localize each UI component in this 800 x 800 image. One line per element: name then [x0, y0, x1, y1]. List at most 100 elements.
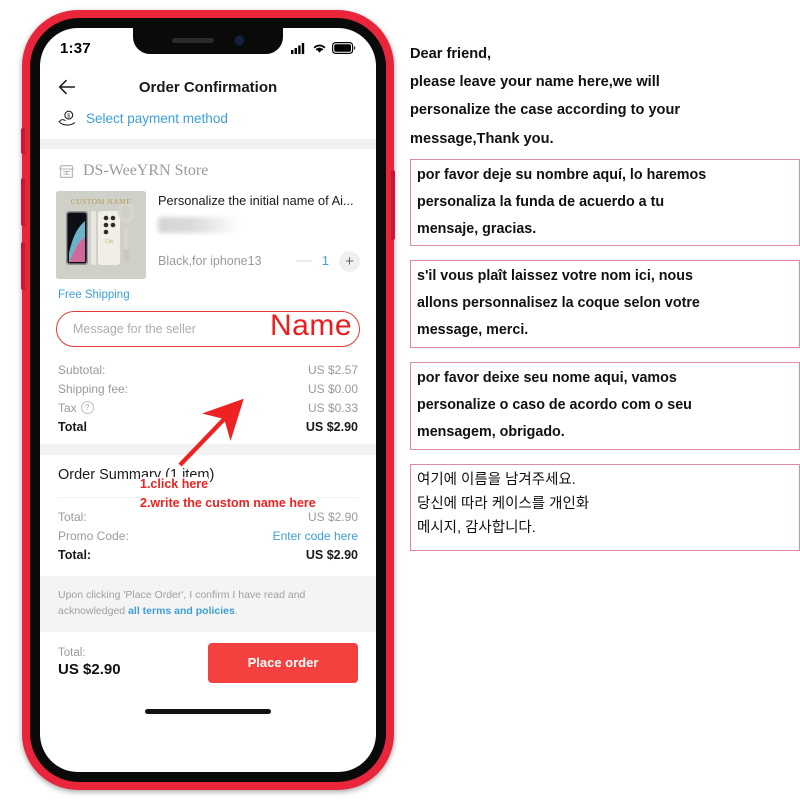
store-name: DS-WeeYRN Store — [83, 162, 209, 179]
terms-notice: Upon clicking 'Place Order', I confirm I… — [40, 576, 376, 632]
home-indicator — [145, 708, 271, 714]
instruction-line: s'il vous plaît laissez votre nom ici, n… — [417, 268, 693, 285]
product-variant-row: Black,for iphone13 — 1 + — [158, 250, 360, 272]
quantity-decrease-button[interactable]: — — [296, 253, 312, 269]
select-payment-method-row[interactable]: $ Select payment method — [40, 108, 376, 139]
back-arrow-icon[interactable] — [56, 76, 78, 98]
price-breakdown: Subtotal: US $2.57 Shipping fee: US $0.0… — [40, 347, 376, 436]
wifi-icon — [313, 44, 326, 53]
all-terms-and-policies-link[interactable]: all terms and policies — [128, 605, 235, 617]
instruction-line: please leave your name here,we will — [410, 74, 660, 91]
summary-label: Total: — [58, 547, 92, 562]
store-row[interactable]: DS-WeeYRN Store — [40, 149, 376, 189]
redacted-product-detail — [158, 216, 240, 233]
status-bar: 1:37 — [40, 28, 376, 64]
bottom-total-label: Total: — [58, 647, 86, 660]
message-input-wrap: Message for the seller Name — [40, 301, 376, 347]
section-divider — [40, 139, 376, 149]
instruction-line: por favor deixe seu nome aqui, vamos — [417, 370, 677, 387]
enter-promo-code-link[interactable]: Enter code here — [273, 529, 358, 543]
instruction-line: 여기에 이름을 남겨주세요. — [417, 471, 576, 488]
summary-value: US $2.90 — [305, 547, 358, 562]
svg-text:CM: CM — [105, 240, 113, 245]
free-shipping-label: Free Shipping — [58, 289, 130, 301]
price-row-shipping: Shipping fee: US $0.00 — [58, 379, 358, 398]
price-label: Subtotal: — [58, 362, 106, 377]
order-summary-section: Order Summary (1 item) Total: US $2.90 P… — [40, 455, 376, 576]
summary-label: Total: — [58, 509, 87, 524]
order-summary-title: Order Summary (1 item) — [58, 467, 215, 483]
price-label: Shipping fee: — [58, 381, 129, 396]
price-row-total: Total US $2.90 — [58, 417, 358, 436]
checkout-bottom-bar: Total: US $2.90 Place order — [40, 632, 376, 683]
price-value: US $0.33 — [307, 400, 358, 415]
summary-row-grand-total: Total: US $2.90 — [58, 545, 358, 564]
product-info: Personalize the initial name of Ai... Bl… — [158, 191, 360, 279]
price-value: US $2.90 — [305, 419, 358, 434]
price-value: US $0.00 — [307, 381, 358, 396]
phone-mockup: 1:37 Order Confirmation $ Select payment… — [21, 10, 395, 790]
terms-text-after: . — [234, 605, 238, 618]
bottom-total: Total: US $2.90 — [58, 647, 121, 678]
instruction-line: 메시지, 감사합니다. — [417, 519, 536, 536]
quantity-increase-button[interactable]: + — [339, 250, 360, 272]
message-input-placeholder: Message for the seller — [73, 322, 196, 336]
summary-label: Promo Code: — [58, 528, 129, 543]
price-label: Total — [58, 419, 87, 434]
instruction-line: personalize o caso de acordo com o seu — [417, 396, 692, 413]
instruction-line: mensaje, gracias. — [417, 220, 537, 237]
nav-header: Order Confirmation — [40, 64, 376, 108]
earpiece-speaker — [171, 38, 214, 43]
annotation-name-text: Name — [270, 309, 353, 342]
tax-label-text: Tax — [58, 400, 77, 415]
section-divider — [40, 444, 376, 455]
battery-icon — [332, 42, 356, 54]
summary-row-promo: Promo Code: Enter code here — [58, 526, 358, 545]
status-time: 1:37 — [60, 39, 91, 57]
product-title: Personalize the initial name of Ai... — [158, 193, 354, 208]
storefront-icon — [59, 164, 74, 178]
help-question-icon[interactable]: ? — [80, 401, 94, 414]
product-row[interactable]: CUSTOM NAME CM Personalize the initial n… — [40, 189, 376, 279]
instruction-line: allons personnalisez la coque selon votr… — [417, 295, 700, 312]
place-order-button[interactable]: Place order — [208, 642, 358, 683]
phone-silent-switch[interactable] — [21, 128, 25, 154]
instruction-line: 당신에 따라 케이스를 개인화 — [417, 495, 590, 512]
front-camera-icon — [233, 35, 245, 46]
notch — [133, 28, 283, 54]
bottom-total-value: US $2.90 — [58, 661, 121, 679]
svg-text:$: $ — [67, 114, 70, 120]
quantity-value: 1 — [322, 254, 329, 269]
english-instructions: Dear friend, please leave your name here… — [410, 0, 800, 148]
instruction-line: por favor deje su nombre aquí, lo haremo… — [417, 166, 707, 183]
select-payment-method-label: Select payment method — [86, 111, 228, 126]
instruction-line: message, merci. — [417, 322, 529, 339]
french-instructions-box: s'il vous plaît laissez votre nom ici, n… — [410, 260, 800, 349]
summary-value: US $2.90 — [307, 509, 358, 524]
instruction-line: message,Thank you. — [410, 130, 554, 147]
page-title: Order Confirmation — [138, 78, 278, 96]
price-label-tax: Tax ? — [58, 401, 94, 415]
phone-volume-up-button[interactable] — [21, 178, 25, 226]
spanish-instructions-box: por favor deje su nombre aquí, lo haremo… — [410, 158, 800, 247]
signal-bars-icon — [291, 43, 305, 54]
instruction-line: Dear friend, — [410, 46, 492, 62]
portuguese-instructions-box: por favor deixe seu nome aqui, vamos per… — [410, 362, 800, 450]
phone-power-button[interactable] — [391, 170, 395, 240]
summary-row-total: Total: US $2.90 — [58, 507, 358, 526]
product-variant[interactable]: Black,for iphone13 — [158, 254, 296, 268]
phone-volume-down-button[interactable] — [21, 242, 25, 290]
phone-screen: 1:37 Order Confirmation $ Select payment… — [40, 28, 376, 772]
status-icons — [291, 42, 356, 54]
order-summary-rows: Total: US $2.90 Promo Code: Enter code h… — [58, 497, 358, 564]
instruction-line: personaliza la funda de acuerdo a tu — [417, 193, 665, 210]
instructions-panel: Dear friend, please leave your name here… — [410, 0, 800, 800]
price-row-tax: Tax ? US $0.33 — [58, 398, 358, 417]
hand-money-icon: $ — [58, 110, 76, 126]
instruction-line: personalize the case according to your — [410, 102, 681, 119]
thumbnail-caption: CUSTOM NAME — [70, 197, 132, 206]
product-thumbnail[interactable]: CUSTOM NAME CM — [56, 191, 146, 279]
instruction-line: mensagem, obrigado. — [417, 423, 565, 440]
korean-instructions-box: 여기에 이름을 남겨주세요. 당신에 따라 케이스를 개인화 메시지, 감사합니… — [410, 463, 800, 551]
quantity-stepper: — 1 + — [296, 250, 360, 272]
